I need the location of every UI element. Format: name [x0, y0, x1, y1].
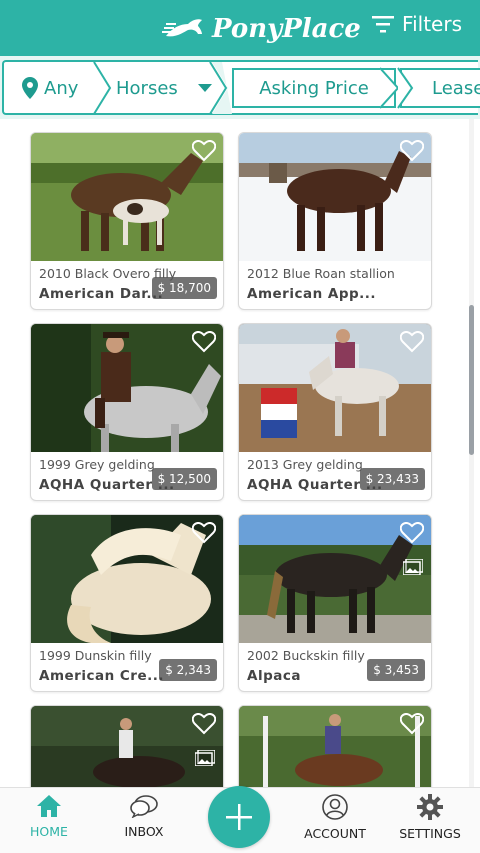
listing-title: AQHA Quarter ...: [39, 477, 175, 493]
gear-icon: [417, 794, 443, 820]
listing-subtitle: 2012 Blue Roan stallion: [247, 266, 395, 281]
listing-title: American Cre...: [39, 668, 164, 684]
nav-inbox[interactable]: INBOX: [99, 794, 189, 850]
nav-home-label: HOME: [30, 824, 68, 839]
listing-card[interactable]: $ 2,343 1999 Dunskin filly American Cre.…: [30, 514, 224, 692]
category-filter[interactable]: Horses: [116, 66, 212, 110]
favorite-heart-icon[interactable]: [400, 522, 424, 544]
favorite-heart-icon[interactable]: [400, 713, 424, 735]
listing-card[interactable]: [238, 705, 432, 787]
chevron-down-icon: [197, 83, 212, 92]
favorite-heart-icon[interactable]: [192, 331, 216, 353]
nav-account-label: ACCOUNT: [304, 826, 366, 841]
listing-subtitle: 2002 Buckskin filly: [247, 648, 365, 663]
filter-bar: Any Horses Asking Price Lease: [0, 56, 480, 119]
listing-subtitle: 2013 Grey gelding: [247, 457, 363, 472]
listing-title: American App...: [247, 286, 377, 302]
price-filter[interactable]: Asking Price: [232, 68, 396, 108]
favorite-heart-icon[interactable]: [192, 140, 216, 162]
listing-card[interactable]: $ 12,500 1999 Grey gelding AQHA Quarter …: [30, 323, 224, 501]
listings-grid[interactable]: $ 18,700 2010 Black Overo filly American…: [0, 119, 480, 787]
app-header: PonyPlace Filters: [0, 0, 480, 56]
filters-label: Filters: [402, 12, 462, 36]
listing-card[interactable]: $ 23,433 2013 Grey gelding AQHA Quarter …: [238, 323, 432, 501]
chat-bubbles-icon: [130, 795, 158, 818]
plus-icon: [226, 804, 252, 830]
favorite-heart-icon[interactable]: [400, 331, 424, 353]
listing-card[interactable]: $ 3,453 2002 Buckskin filly Alpaca: [238, 514, 432, 692]
scrollbar-thumb[interactable]: [469, 305, 474, 455]
listing-subtitle: 1999 Grey gelding: [39, 457, 155, 472]
account-icon: [322, 794, 348, 820]
price-tag: $ 2,343: [159, 659, 217, 681]
listing-title: American Dar...: [39, 286, 164, 302]
filters-button[interactable]: Filters: [372, 12, 462, 36]
listing-title: Alpaca: [247, 668, 301, 684]
favorite-heart-icon[interactable]: [192, 522, 216, 544]
category-filter-label: Horses: [116, 77, 178, 99]
nav-settings-label: SETTINGS: [399, 826, 461, 841]
bottom-nav: HOME INBOX ACCOUNT SETTINGS: [0, 786, 480, 853]
nav-home[interactable]: HOME: [4, 794, 94, 850]
listing-card[interactable]: $ 18,700 2010 Black Overo filly American…: [30, 132, 224, 310]
brand-logo[interactable]: PonyPlace: [162, 10, 361, 48]
listing-card[interactable]: 2012 Blue Roan stallion American App...: [238, 132, 432, 310]
location-filter-label: Any: [44, 77, 79, 99]
horse-logo-icon: [162, 19, 202, 37]
lease-filter[interactable]: Lease: [400, 68, 480, 108]
gallery-icon: [195, 750, 215, 766]
add-listing-button[interactable]: [208, 786, 270, 848]
listing-subtitle: 1999 Dunskin filly: [39, 648, 152, 663]
gallery-icon: [403, 559, 423, 575]
location-filter[interactable]: Any: [22, 66, 78, 110]
favorite-heart-icon[interactable]: [400, 140, 424, 162]
listing-card[interactable]: [30, 705, 224, 787]
lease-filter-label: Lease: [432, 77, 480, 99]
listing-title: AQHA Quarter ...: [247, 477, 383, 493]
brand-name: PonyPlace: [212, 14, 361, 44]
price-tag: $ 3,453: [367, 659, 425, 681]
nav-inbox-label: INBOX: [124, 824, 164, 839]
favorite-heart-icon[interactable]: [192, 713, 216, 735]
price-filter-label: Asking Price: [259, 77, 369, 99]
location-pin-icon: [22, 77, 38, 99]
nav-account[interactable]: ACCOUNT: [290, 794, 380, 850]
filter-icon: [372, 16, 395, 33]
listing-subtitle: 2010 Black Overo filly: [39, 266, 177, 281]
nav-settings[interactable]: SETTINGS: [385, 794, 475, 850]
home-icon: [37, 795, 61, 817]
